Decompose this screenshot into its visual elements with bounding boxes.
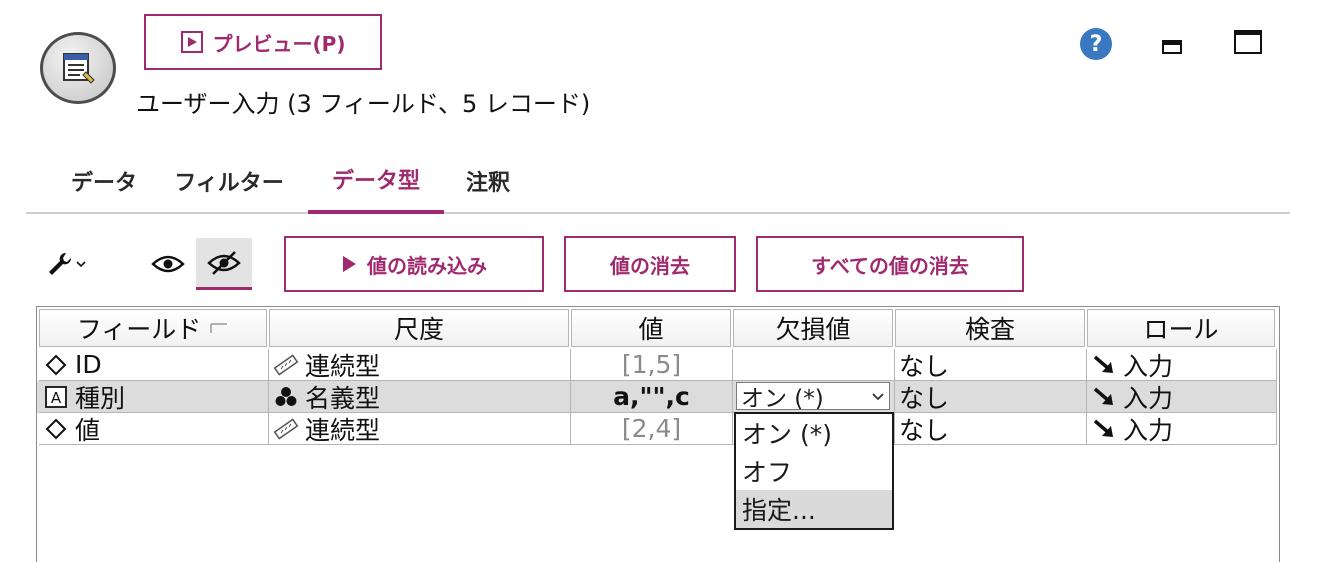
field-cell: ID: [39, 349, 269, 381]
role-cell[interactable]: 入力: [1087, 349, 1277, 381]
show-values-button[interactable]: [140, 238, 196, 290]
input-arrow-icon: [1091, 352, 1117, 378]
input-arrow-icon: [1091, 384, 1117, 410]
column-header-values[interactable]: 値: [571, 309, 731, 347]
help-icon[interactable]: ?: [1080, 28, 1112, 60]
continuous-diamond-icon: [43, 352, 69, 378]
continuous-diamond-icon: [43, 416, 69, 442]
hide-values-button[interactable]: [196, 238, 252, 290]
measure-cell[interactable]: 名義型: [269, 381, 571, 413]
string-a-icon: A: [43, 384, 69, 410]
dropdown-option-on[interactable]: オン (*): [736, 414, 892, 452]
user-input-node-icon: [40, 32, 116, 104]
svg-text:A: A: [51, 389, 62, 407]
dropdown-option-off[interactable]: オフ: [736, 452, 892, 490]
tab-data[interactable]: データ: [44, 148, 164, 214]
column-header-role[interactable]: ロール: [1087, 309, 1275, 347]
values-cell: [1,5]: [571, 349, 733, 381]
eye-icon: [151, 255, 185, 273]
tab-filter[interactable]: フィルター: [162, 148, 296, 214]
clear-values-label: 値の消去: [610, 253, 690, 278]
read-values-label: 値の読み込み: [367, 253, 487, 278]
tab-bar: データ フィルター データ型 注釈: [26, 148, 1290, 214]
role-cell[interactable]: 入力: [1087, 413, 1277, 445]
values-cell: [2,4]: [571, 413, 733, 445]
minimize-icon[interactable]: [1162, 40, 1182, 54]
missing-value-select[interactable]: オン (*): [736, 382, 890, 412]
measure-cell[interactable]: 連続型: [269, 413, 571, 445]
table-row[interactable]: A 種別 名義型 a,"",c なし 入力: [37, 381, 1277, 413]
tab-data-type[interactable]: データ型: [308, 148, 444, 214]
measure-cell[interactable]: 連続型: [269, 349, 571, 381]
table-row[interactable]: 値 連続型 [2,4] なし 入力: [37, 413, 1277, 445]
field-cell: 値: [39, 413, 269, 445]
ruler-icon: [273, 352, 299, 378]
read-values-button[interactable]: 値の読み込み: [284, 236, 544, 292]
nominal-dots-icon: [273, 384, 299, 410]
clear-all-values-button[interactable]: すべての値の消去: [756, 236, 1024, 292]
role-cell[interactable]: 入力: [1087, 381, 1277, 413]
check-cell[interactable]: なし: [895, 349, 1087, 381]
maximize-icon[interactable]: [1234, 30, 1262, 54]
check-cell[interactable]: なし: [895, 381, 1087, 413]
preview-button-label: プレビュー(P): [212, 31, 346, 56]
wrench-icon: [49, 252, 72, 275]
missing-value-dropdown-list: オン (*) オフ 指定...: [734, 412, 894, 530]
dropdown-arrow-icon: [76, 261, 86, 268]
eye-slash-icon: [207, 250, 241, 275]
visibility-toggle: [140, 238, 252, 290]
chevron-down-icon: [872, 393, 884, 401]
play-icon: [343, 256, 356, 272]
tools-menu-button[interactable]: [46, 248, 96, 280]
play-icon: [180, 31, 203, 53]
column-header-check[interactable]: 検査: [895, 309, 1085, 347]
input-arrow-icon: [1091, 416, 1117, 442]
type-table: フィールド 尺度 値 欠損値 検査 ロール ID 連続型 [1,5] なし 入力…: [36, 306, 1280, 562]
tab-annotation[interactable]: 注釈: [456, 148, 520, 214]
column-header-field[interactable]: フィールド: [39, 309, 267, 347]
sort-icon: [210, 323, 228, 333]
missing-cell[interactable]: [733, 349, 895, 381]
column-header-measure[interactable]: 尺度: [269, 309, 569, 347]
clear-values-button[interactable]: 値の消去: [564, 236, 736, 292]
ruler-icon: [273, 416, 299, 442]
values-cell: a,"",c: [571, 381, 733, 413]
dropdown-option-specify[interactable]: 指定...: [736, 490, 892, 528]
check-cell[interactable]: なし: [895, 413, 1087, 445]
preview-button[interactable]: プレビュー(P): [144, 14, 382, 70]
clear-all-values-label: すべての値の消去: [811, 253, 969, 278]
node-title: ユーザー入力 (3 フィールド、5 レコード): [136, 90, 591, 118]
field-cell: A 種別: [39, 381, 269, 413]
table-row[interactable]: ID 連続型 [1,5] なし 入力: [37, 349, 1277, 381]
column-header-missing[interactable]: 欠損値: [733, 309, 893, 347]
